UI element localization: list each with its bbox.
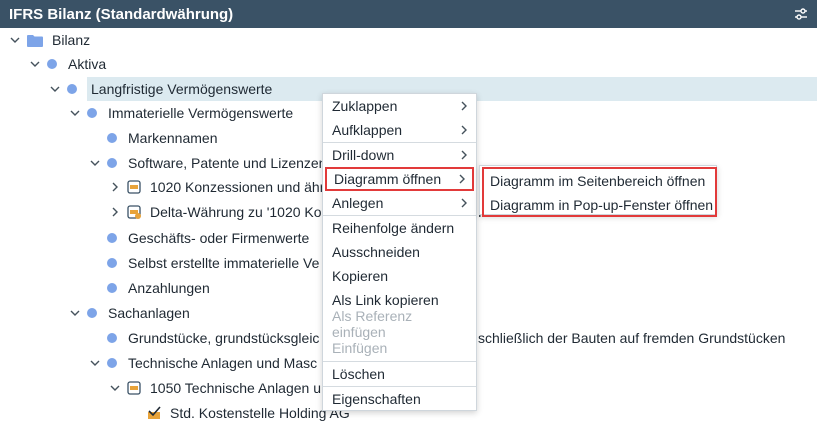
node-dot-icon (107, 283, 117, 293)
tree-node-label: Langfristige Vermögenswerte (91, 81, 273, 97)
menu-item-label: Einfügen (332, 340, 388, 356)
node-dot-icon (107, 258, 117, 268)
tree-node-technische-1050[interactable]: 1050 Technische Anlagen u (107, 376, 321, 400)
node-dot-icon (107, 333, 117, 343)
tree-node-label: Sachanlagen (108, 305, 190, 321)
chevron-right-icon[interactable] (107, 179, 123, 195)
tree-node-label: Aktiva (68, 56, 107, 72)
tree-node-label: Bilanz (52, 32, 91, 48)
context-menu: Zuklappen Aufklappen Drill-down Diagramm… (322, 93, 477, 411)
panel-title: IFRS Bilanz (Standardwährung) (9, 5, 234, 23)
tree-node-immaterielle[interactable]: Immaterielle Vermögenswerte (67, 101, 293, 125)
menu-item-label: Als Link kopieren (332, 292, 439, 308)
node-dot-icon (107, 158, 117, 168)
menu-item-label: Reihenfolge ändern (332, 220, 455, 236)
menu-item-drilldown[interactable]: Drill-down (323, 143, 476, 167)
menu-item-label: Kopieren (332, 268, 389, 284)
tree-node-anzahlungen[interactable]: Anzahlungen (107, 276, 210, 300)
tree-node-markennamen[interactable]: Markennamen (107, 126, 218, 150)
chevron-down-icon[interactable] (67, 105, 83, 121)
tree-node-label: Technische Anlagen und Masc (128, 355, 318, 371)
chevron-down-icon[interactable] (107, 380, 123, 396)
node-dot-icon (87, 108, 97, 118)
menu-item-anlegen[interactable]: Anlegen (323, 191, 476, 215)
chevron-down-icon[interactable] (87, 155, 103, 171)
menu-item-einfuegen: Einfügen (323, 336, 476, 360)
folder-icon (27, 34, 43, 47)
tree-node-kostenstelle[interactable]: Std. Kostenstelle Holding AG (147, 401, 350, 425)
tree-node-label: Geschäfts- oder Firmenwerte (128, 230, 310, 246)
node-dot-icon (47, 59, 57, 69)
tree-node-technische[interactable]: Technische Anlagen und Masc (87, 351, 317, 375)
tree-node-sachanlagen[interactable]: Sachanlagen (67, 301, 190, 325)
tree-node-aktiva[interactable]: Aktiva (27, 52, 106, 76)
menu-item-ausschneiden[interactable]: Ausschneiden (323, 240, 476, 264)
submenu-highlight-frame: Diagramm im Seitenbereich öffnen Diagram… (482, 167, 717, 217)
node-dot-icon (107, 233, 117, 243)
tree-node-konzessionen[interactable]: 1020 Konzessionen und ähn (107, 175, 327, 199)
tree-node-label: Markennamen (128, 130, 218, 146)
submenu-item-seitenbereich[interactable]: Diagramm im Seitenbereich öffnen (490, 169, 705, 193)
tree-node-selbst[interactable]: Selbst erstellte immaterielle Ve (107, 251, 319, 275)
tree-node-label: 1050 Technische Anlagen u (150, 380, 321, 396)
menu-item-diagramm-oeffnen[interactable]: Diagramm öffnen (325, 167, 474, 191)
menu-item-label: Ausschneiden (332, 244, 420, 260)
tree-node-label: Software, Patente und Lizenzen (128, 155, 327, 171)
cost-center-icon (148, 406, 161, 419)
chevron-down-icon[interactable] (87, 355, 103, 371)
tree-node-label-tail: schließlich der Bauten auf fremden Grund… (478, 330, 786, 346)
chevron-right-icon (461, 101, 467, 111)
tree-node-bilanz[interactable]: Bilanz (7, 28, 90, 52)
currency-delta-icon (127, 205, 141, 219)
chevron-down-icon[interactable] (7, 32, 23, 48)
menu-item-aufklappen[interactable]: Aufklappen (323, 118, 476, 142)
chevron-right-icon (461, 125, 467, 135)
menu-item-als-referenz-einfuegen: Als Referenz einfügen (323, 308, 476, 340)
menu-item-loeschen[interactable]: Löschen (323, 362, 476, 386)
tree-node-geschaefts[interactable]: Geschäfts- oder Firmenwerte (107, 226, 309, 250)
chevron-right-icon[interactable] (107, 204, 123, 220)
menu-item-label: Eigenschaften (332, 391, 421, 407)
menu-item-label: Aufklappen (332, 122, 403, 138)
tree-node-label: 1020 Konzessionen und ähn (150, 179, 328, 195)
menu-item-label: Diagramm öffnen (334, 171, 442, 187)
menu-item-label: Löschen (332, 366, 385, 382)
tree-node-label: Delta-Währung zu '1020 Kon (150, 204, 330, 220)
chevron-right-icon (459, 174, 465, 184)
chevron-right-icon (461, 150, 467, 160)
tree-node-grundstuecke-tail: schließlich der Bauten auf fremden Grund… (478, 326, 785, 350)
tree-node-label: Immaterielle Vermögenswerte (108, 105, 294, 121)
tree-node-label: Anzahlungen (128, 280, 210, 296)
submenu-item-label: Diagramm in Pop-up-Fenster öffnen (490, 197, 714, 213)
menu-item-reihenfolge[interactable]: Reihenfolge ändern (323, 216, 476, 240)
chevron-right-icon (461, 198, 467, 208)
submenu-item-label: Diagramm im Seitenbereich öffnen (490, 173, 706, 189)
node-dot-icon (87, 308, 97, 318)
node-dot-icon (107, 358, 117, 368)
menu-item-label: Drill-down (332, 147, 395, 163)
tree-node-label: Grundstücke, grundstücksgleic (128, 330, 320, 346)
node-dot-icon (107, 133, 117, 143)
tree-node-label: Selbst erstellte immaterielle Ve (128, 255, 320, 271)
chevron-down-icon[interactable] (67, 305, 83, 321)
account-icon (127, 381, 141, 395)
chevron-down-icon[interactable] (47, 81, 63, 97)
panel-header: IFRS Bilanz (Standardwährung) (0, 0, 817, 28)
node-dot-icon (67, 84, 77, 94)
menu-item-eigenschaften[interactable]: Eigenschaften (323, 387, 476, 411)
menu-item-label: Anlegen (332, 195, 384, 211)
tree-node-software[interactable]: Software, Patente und Lizenzen (87, 151, 326, 175)
tree-node-delta[interactable]: Delta-Währung zu '1020 Kon (107, 200, 329, 224)
menu-item-label: Zuklappen (332, 98, 398, 114)
tree-node-grundstuecke[interactable]: Grundstücke, grundstücksgleic (107, 326, 319, 350)
chevron-down-icon[interactable] (27, 56, 43, 72)
sliders-icon[interactable] (793, 6, 809, 22)
menu-item-kopieren[interactable]: Kopieren (323, 264, 476, 288)
tree-node-langfristige[interactable] (47, 77, 88, 101)
account-icon (127, 180, 141, 194)
submenu-item-popup[interactable]: Diagramm in Pop-up-Fenster öffnen (490, 193, 713, 217)
menu-item-zuklappen[interactable]: Zuklappen (323, 94, 476, 118)
